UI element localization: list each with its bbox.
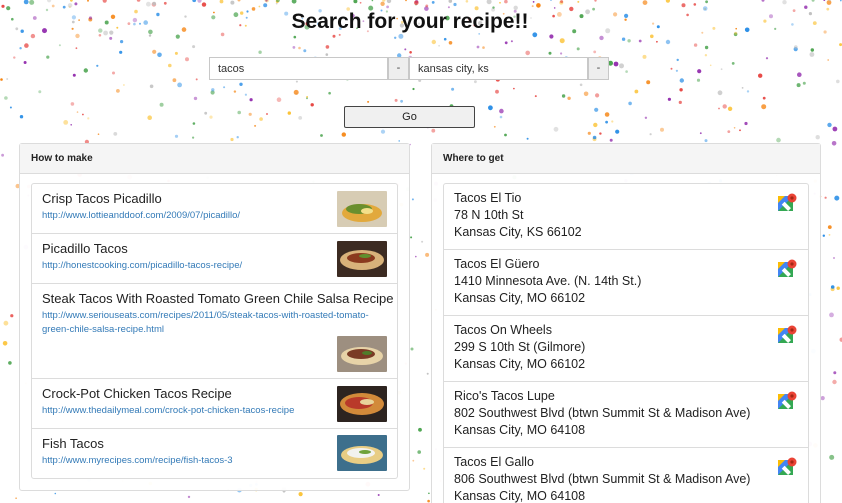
- place-city: Kansas City, MO 66102: [454, 357, 586, 371]
- recipe-link[interactable]: http://www.seriouseats.com/recipes/2011/…: [42, 309, 382, 337]
- location-input[interactable]: kansas city, ks: [409, 57, 588, 80]
- taco-photo: [337, 336, 387, 372]
- recipe-link[interactable]: http://www.lottieanddoof.com/2009/07/pic…: [42, 209, 382, 223]
- location-clear-button[interactable]: -: [588, 57, 609, 80]
- place-city: Kansas City, KS 66102: [454, 225, 582, 239]
- place-city: Kansas City, MO 64108: [454, 489, 586, 503]
- where-to-get-panel: Where to get Tacos El Tio 78 N 10th St K…: [431, 143, 821, 503]
- place-name[interactable]: Tacos On Wheels: [454, 323, 552, 337]
- recipe-link[interactable]: http://www.thedailymeal.com/crock-pot-ch…: [42, 404, 382, 418]
- page-title: Search for your recipe!!: [291, 10, 529, 33]
- place-street: 78 N 10th St: [454, 208, 524, 222]
- recipe-search-input[interactable]: tacos: [209, 57, 388, 80]
- place-name[interactable]: Tacos El Güero: [454, 257, 539, 271]
- google-maps-icon[interactable]: [778, 457, 797, 476]
- place-name[interactable]: Tacos El Gallo: [454, 455, 534, 469]
- recipe-item[interactable]: Crisp Tacos Picadillo http://www.lottiea…: [32, 184, 397, 234]
- place-name[interactable]: Rico's Tacos Lupe: [454, 389, 555, 403]
- recipe-clear-button[interactable]: -: [388, 57, 409, 80]
- place-item[interactable]: Tacos On Wheels 299 S 10th St (Gilmore) …: [444, 316, 808, 382]
- place-street: 1410 Minnesota Ave. (N. 14th St.): [454, 274, 642, 288]
- go-button[interactable]: Go: [344, 106, 475, 128]
- recipe-item[interactable]: Fish Tacos http://www.myrecipes.com/reci…: [32, 429, 397, 478]
- how-to-make-heading: How to make: [20, 144, 409, 174]
- google-maps-icon[interactable]: [778, 259, 797, 278]
- recipe-title[interactable]: Crock-Pot Chicken Tacos Recipe: [42, 386, 232, 401]
- place-name[interactable]: Tacos El Tio: [454, 191, 521, 205]
- taco-photo: [337, 386, 387, 422]
- place-city: Kansas City, MO 66102: [454, 291, 586, 305]
- place-street: 802 Southwest Blvd (btwn Summit St & Mad…: [454, 406, 751, 420]
- how-to-make-panel: How to make Crisp Tacos Picadillo http:/…: [19, 143, 410, 491]
- place-item[interactable]: Rico's Tacos Lupe 802 Southwest Blvd (bt…: [444, 382, 808, 448]
- place-item[interactable]: Tacos El Gallo 806 Southwest Blvd (btwn …: [444, 448, 808, 503]
- recipe-list: Crisp Tacos Picadillo http://www.lottiea…: [31, 183, 398, 479]
- taco-photo: [337, 435, 387, 471]
- google-maps-icon[interactable]: [778, 391, 797, 410]
- taco-photo: [337, 191, 387, 227]
- google-maps-icon[interactable]: [778, 193, 797, 212]
- recipe-title[interactable]: Steak Tacos With Roasted Tomato Green Ch…: [42, 291, 393, 306]
- recipe-link[interactable]: http://www.myrecipes.com/recipe/fish-tac…: [42, 454, 382, 468]
- place-list: Tacos El Tio 78 N 10th St Kansas City, K…: [443, 183, 809, 503]
- google-maps-icon[interactable]: [778, 325, 797, 344]
- place-street: 299 S 10th St (Gilmore): [454, 340, 586, 354]
- recipe-item[interactable]: Crock-Pot Chicken Tacos Recipe http://ww…: [32, 379, 397, 429]
- place-city: Kansas City, MO 64108: [454, 423, 586, 437]
- recipe-title[interactable]: Fish Tacos: [42, 436, 104, 451]
- recipe-title[interactable]: Crisp Tacos Picadillo: [42, 191, 162, 206]
- place-street: 806 Southwest Blvd (btwn Summit St & Mad…: [454, 472, 751, 486]
- recipe-link[interactable]: http://honestcooking.com/picadillo-tacos…: [42, 259, 382, 273]
- place-item[interactable]: Tacos El Güero 1410 Minnesota Ave. (N. 1…: [444, 250, 808, 316]
- taco-photo: [337, 241, 387, 277]
- recipe-title[interactable]: Picadillo Tacos: [42, 241, 128, 256]
- where-to-get-heading: Where to get: [432, 144, 820, 174]
- recipe-item[interactable]: Steak Tacos With Roasted Tomato Green Ch…: [32, 284, 397, 379]
- place-item[interactable]: Tacos El Tio 78 N 10th St Kansas City, K…: [444, 184, 808, 250]
- recipe-item[interactable]: Picadillo Tacos http://honestcooking.com…: [32, 234, 397, 284]
